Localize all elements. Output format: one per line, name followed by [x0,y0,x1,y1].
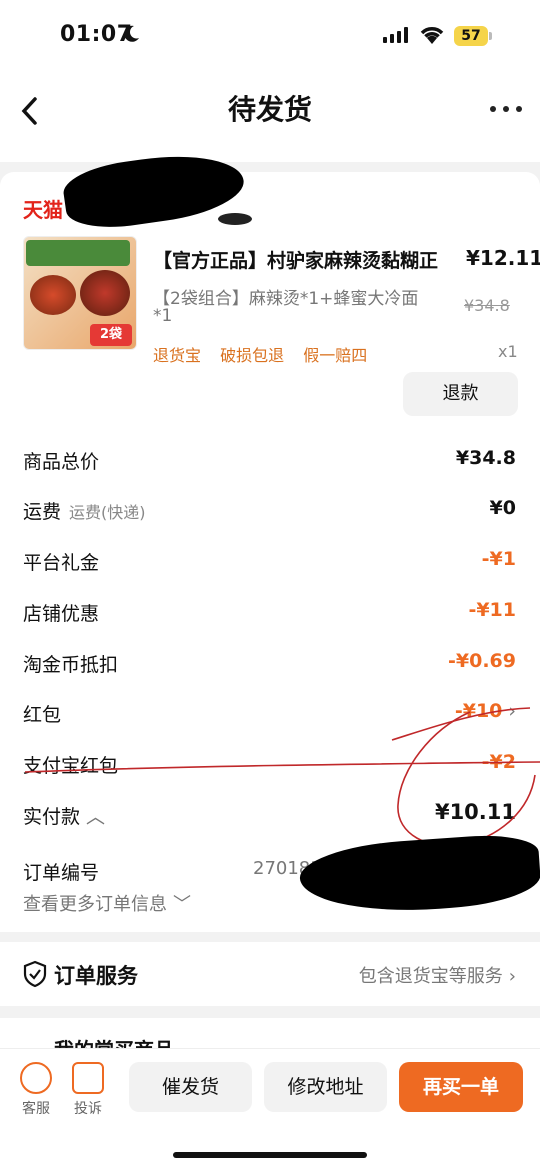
product-spec: 【2袋组合】麻辣烫*1+蜂蜜大冷面 [153,289,419,309]
row-label-goods-total: 商品总价 [23,451,100,473]
change-address-button[interactable]: 修改地址 [264,1062,387,1112]
chevron-right-icon: › [508,966,516,987]
row-label-platform-gift: 平台礼金 [23,552,100,574]
tag-return-insurance: 退货宝 [153,346,202,365]
order-number-label: 订单编号 [23,862,100,884]
wifi-icon [420,27,444,44]
urge-shipping-button[interactable]: 催发货 [129,1062,252,1112]
row-label-coin-deduction: 淘金币抵扣 [23,654,119,676]
chevron-down-icon: ﹀ [173,894,191,915]
handwritten-annotation [24,707,540,847]
order-service-summary[interactable]: 包含退货宝等服务 › [359,962,516,988]
more-menu-icon[interactable] [490,106,522,116]
row-label-shipping: 运费 运费(快递) [23,501,146,523]
customer-service-button[interactable]: 客服 [18,1062,54,1118]
product-image-badge: 2袋 [90,324,132,346]
row-value-platform-gift: -¥1 [481,548,516,570]
complaint-icon [72,1062,104,1094]
complaint-button[interactable]: 投诉 [70,1062,106,1118]
product-quantity: x1 [498,342,518,361]
row-value-shipping: ¥0 [489,497,516,519]
row-value-goods-total: ¥34.8 [455,447,516,469]
product-title[interactable]: 【官方正品】村驴家麻辣烫黏糊正 [153,246,438,273]
product-image-bowl [80,270,130,316]
tag-fake-compensation: 假一赔四 [303,346,368,365]
product-image-bowl [30,275,76,315]
cellular-signal-icon [383,27,409,43]
battery-cap [489,32,492,40]
redaction-mark [218,213,252,225]
buy-again-button[interactable]: 再买一单 [399,1062,523,1112]
shield-check-icon [23,960,47,988]
page-title: 待发货 [227,93,312,126]
tmall-logo: 天猫 [23,198,63,222]
product-spec-continued: *1 [153,306,173,326]
order-service-title: 订单服务 [54,964,138,988]
original-price: ¥34.8 [464,296,510,315]
home-indicator [173,1152,367,1158]
row-value-coin-deduction: -¥0.69 [448,650,516,672]
customer-service-icon [20,1062,52,1094]
more-order-info-link[interactable]: 查看更多订单信息 ﹀ [23,890,191,916]
row-label-shop-discount: 店铺优惠 [23,603,100,625]
refund-button[interactable]: 退款 [403,372,518,416]
battery-indicator: 57 [454,26,488,46]
row-value-shop-discount: -¥11 [468,599,516,621]
moon-icon [124,25,139,42]
product-image-label [26,240,130,266]
product-price: ¥12.11 [466,246,540,270]
product-tags: 退货宝 破损包退 假一赔四 [153,342,381,366]
tag-damage-return: 破损包退 [220,346,285,365]
shipping-method: 运费(快递) [69,503,146,522]
